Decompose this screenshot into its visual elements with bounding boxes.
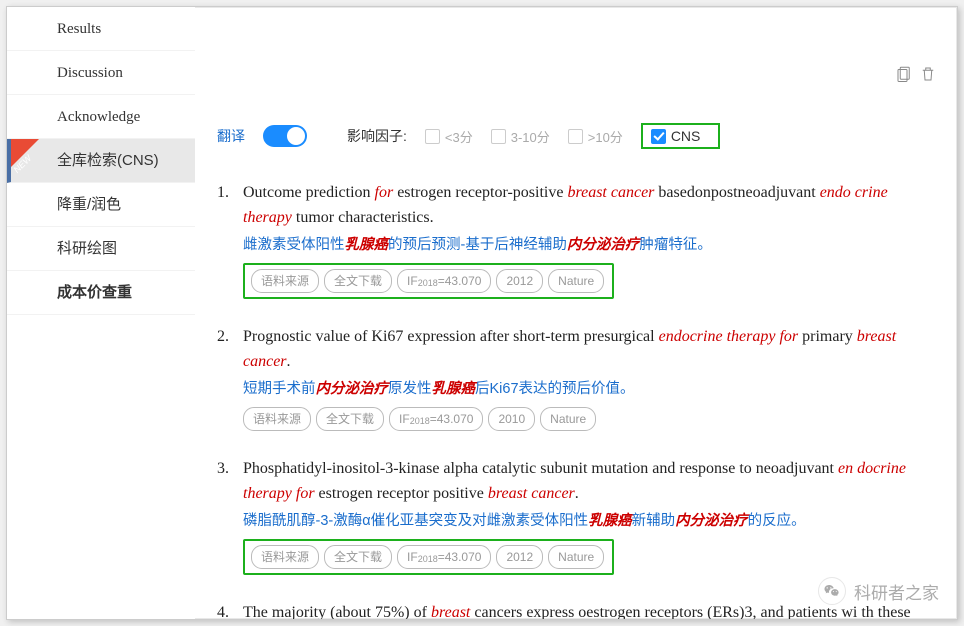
sidebar-item-3[interactable]: 全库检索(CNS)NEW <box>7 139 195 183</box>
source-badge[interactable]: 语料来源 <box>243 407 311 431</box>
result-num: 2. <box>217 325 243 431</box>
result-body: Prognostic value of Ki67 expression afte… <box>243 325 939 431</box>
filter-lt3[interactable]: <3分 <box>425 127 473 146</box>
journal-badge[interactable]: Nature <box>540 407 596 431</box>
result-translation: 雌激素受体阳性乳腺癌的预后预测-基于后神经辅助内分泌治疗肿瘤特征。 <box>243 234 939 256</box>
app-window: ResultsDiscussionAcknowledge全库检索(CNS)NEW… <box>6 6 958 620</box>
new-ribbon: NEW <box>11 139 39 167</box>
filter-cns[interactable]: CNS <box>641 123 721 149</box>
translate-label: 翻译 <box>217 126 245 146</box>
if-badge[interactable]: IF2018=43.070 <box>397 545 491 569</box>
download-badge[interactable]: 全文下载 <box>324 269 392 293</box>
spacer <box>217 7 939 57</box>
year-badge[interactable]: 2010 <box>488 407 535 431</box>
result-3: 3.Phosphatidyl-inositol-3-kinase alpha c… <box>217 457 939 575</box>
main-content: 翻译 影响因子: <3分 3-10分 >10分 CNS 1.Outcome pr… <box>195 7 957 619</box>
result-title[interactable]: Prognostic value of Ki67 expression afte… <box>243 325 939 375</box>
result-1: 1.Outcome prediction for estrogen recept… <box>217 181 939 299</box>
top-action-icons <box>895 65 937 88</box>
result-num: 1. <box>217 181 243 299</box>
result-num: 4. <box>217 601 243 619</box>
year-badge[interactable]: 2012 <box>496 545 543 569</box>
sidebar-item-0[interactable]: Results <box>7 7 195 51</box>
wechat-icon <box>818 577 846 605</box>
if-badge[interactable]: IF2018=43.070 <box>389 407 483 431</box>
source-badge[interactable]: 语料来源 <box>251 269 319 293</box>
result-translation: 短期手术前内分泌治疗原发性乳腺癌后Ki67表达的预后价值。 <box>243 378 939 400</box>
sidebar-item-1[interactable]: Discussion <box>7 51 195 95</box>
sidebar: ResultsDiscussionAcknowledge全库检索(CNS)NEW… <box>7 7 195 619</box>
source-badge[interactable]: 语料来源 <box>251 545 319 569</box>
cns-checkbox[interactable] <box>651 129 666 144</box>
if-badge[interactable]: IF2018=43.070 <box>397 269 491 293</box>
download-badge[interactable]: 全文下载 <box>316 407 384 431</box>
journal-badge[interactable]: Nature <box>548 545 604 569</box>
trash-icon[interactable] <box>919 65 937 88</box>
filter-bar: 翻译 影响因子: <3分 3-10分 >10分 CNS <box>217 113 939 159</box>
result-translation: 磷脂酰肌醇-3-激酶α催化亚基突变及对雌激素受体阳性乳腺癌新辅助内分泌治疗的反应… <box>243 510 939 532</box>
result-title[interactable]: Phosphatidyl-inositol-3-kinase alpha cat… <box>243 457 939 507</box>
journal-badge[interactable]: Nature <box>548 269 604 293</box>
result-badges: 语料来源全文下载IF2018=43.0702012Nature <box>243 539 614 575</box>
results-list: 1.Outcome prediction for estrogen recept… <box>217 181 939 619</box>
year-badge[interactable]: 2012 <box>496 269 543 293</box>
copy-icon[interactable] <box>895 65 913 88</box>
result-badges: 语料来源全文下载IF2018=43.0702012Nature <box>243 263 614 299</box>
filter-3-10[interactable]: 3-10分 <box>491 127 550 146</box>
result-num: 3. <box>217 457 243 575</box>
result-title[interactable]: Outcome prediction for estrogen receptor… <box>243 181 939 231</box>
result-body: Outcome prediction for estrogen receptor… <box>243 181 939 299</box>
watermark: 科研者之家 <box>818 577 939 605</box>
result-body: Phosphatidyl-inositol-3-kinase alpha cat… <box>243 457 939 575</box>
sidebar-item-5[interactable]: 科研绘图 <box>7 227 195 271</box>
result-2: 2.Prognostic value of Ki67 expression af… <box>217 325 939 431</box>
result-badges: 语料来源全文下载IF2018=43.0702010Nature <box>243 407 939 431</box>
filter-gt10[interactable]: >10分 <box>568 127 623 146</box>
sidebar-item-4[interactable]: 降重/润色 <box>7 183 195 227</box>
sidebar-item-6[interactable]: 成本价查重 <box>7 271 195 315</box>
if-label: 影响因子: <box>347 126 407 146</box>
download-badge[interactable]: 全文下载 <box>324 545 392 569</box>
sidebar-item-2[interactable]: Acknowledge <box>7 95 195 139</box>
translate-toggle[interactable] <box>263 125 307 147</box>
